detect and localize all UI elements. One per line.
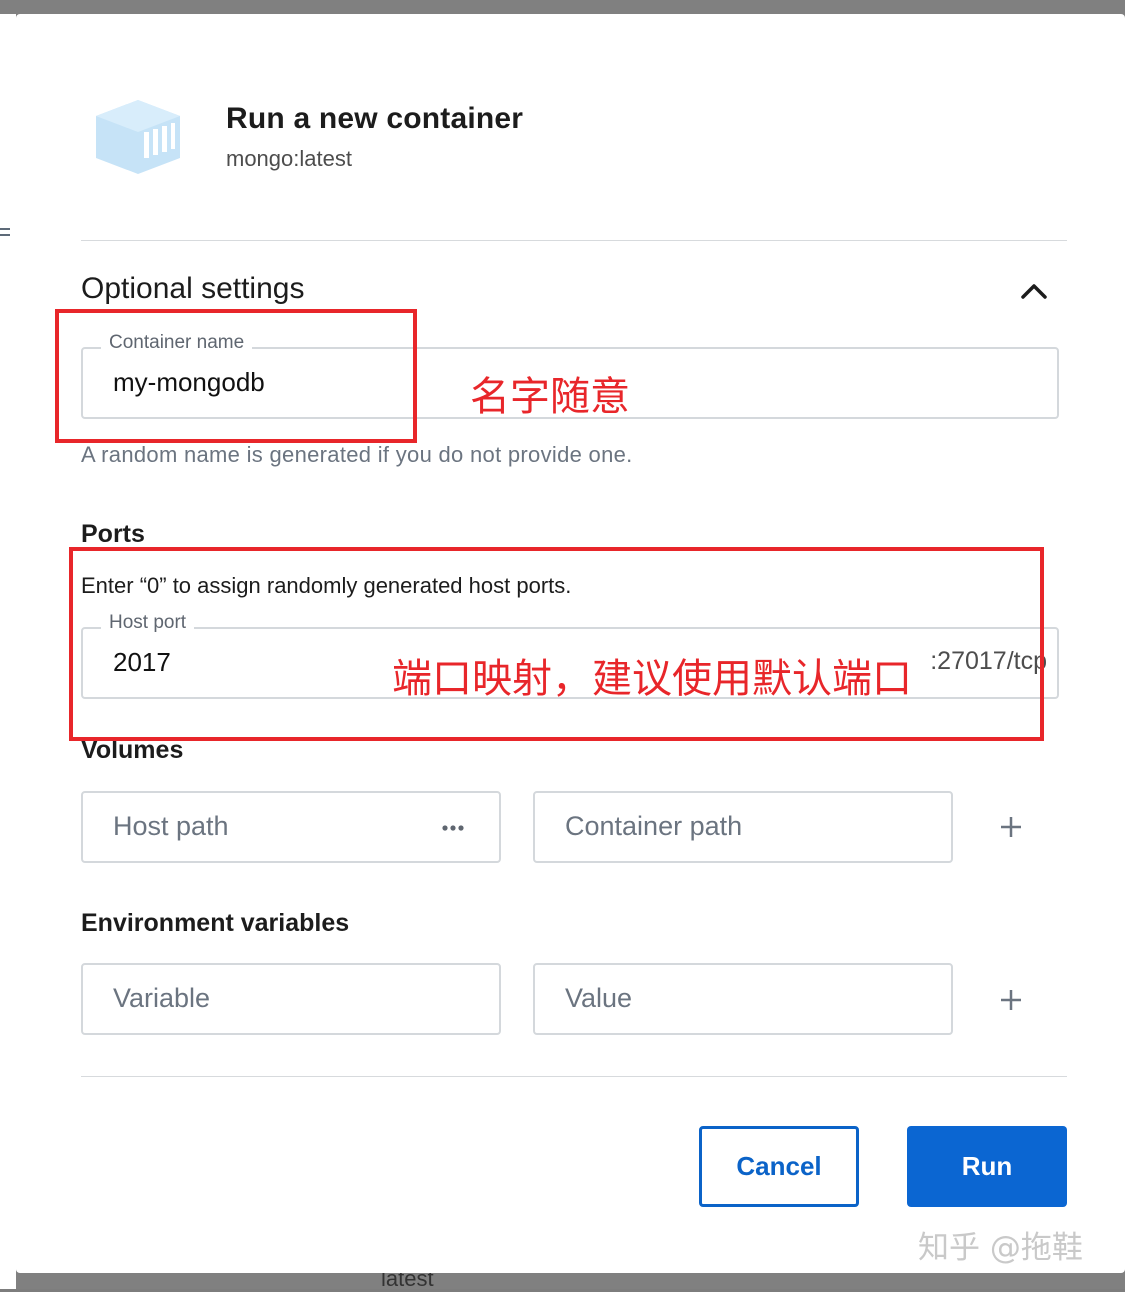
container-path-input[interactable]: Container path — [533, 791, 953, 863]
container-name-label: Container name — [101, 332, 253, 354]
variable-input[interactable]: Variable — [81, 963, 501, 1035]
annotation-port-note: 端口映射，建议使用默认端口 — [392, 656, 912, 702]
volumes-title: Volumes — [81, 736, 184, 764]
container-name-helper: A random name is generated if you do not… — [81, 442, 633, 467]
host-path-placeholder: Host path — [113, 811, 229, 841]
value-placeholder: Value — [565, 983, 633, 1013]
background-menu-icon — [0, 228, 10, 240]
add-env-plus-icon[interactable] — [998, 987, 1024, 1013]
run-container-dialog: Run a new container mongo:latest Optiona… — [16, 14, 1125, 1273]
dialog-title: Run a new container — [226, 102, 524, 135]
add-volume-plus-icon[interactable] — [998, 814, 1024, 840]
container-name-value: my-mongodb — [113, 367, 265, 397]
ports-hint: Enter “0” to assign randomly generated h… — [81, 573, 572, 598]
host-port-label: Host port — [101, 612, 195, 634]
host-path-input[interactable]: Host path — [81, 791, 501, 863]
watermark: 知乎 @拖鞋 — [918, 1230, 1083, 1266]
environment-title: Environment variables — [81, 909, 350, 937]
ellipsis-icon[interactable] — [441, 823, 465, 833]
run-button[interactable]: Run — [907, 1126, 1067, 1207]
container-port-suffix: :27017/tcp — [930, 647, 1047, 675]
variable-placeholder: Variable — [113, 983, 211, 1013]
value-input[interactable]: Value — [533, 963, 953, 1035]
background-window-edge — [0, 14, 16, 1289]
footer-divider — [81, 1076, 1067, 1077]
container-box-icon — [96, 100, 180, 174]
ports-title: Ports — [81, 520, 145, 548]
chevron-up-icon[interactable] — [1016, 276, 1052, 306]
host-port-value: 2017 — [113, 647, 171, 677]
container-path-placeholder: Container path — [565, 811, 743, 841]
annotation-name-note: 名字随意 — [470, 374, 630, 420]
header-divider — [81, 240, 1067, 241]
cancel-button[interactable]: Cancel — [699, 1126, 859, 1207]
optional-settings-title: Optional settings — [81, 272, 305, 305]
image-name: mongo:latest — [226, 146, 352, 171]
